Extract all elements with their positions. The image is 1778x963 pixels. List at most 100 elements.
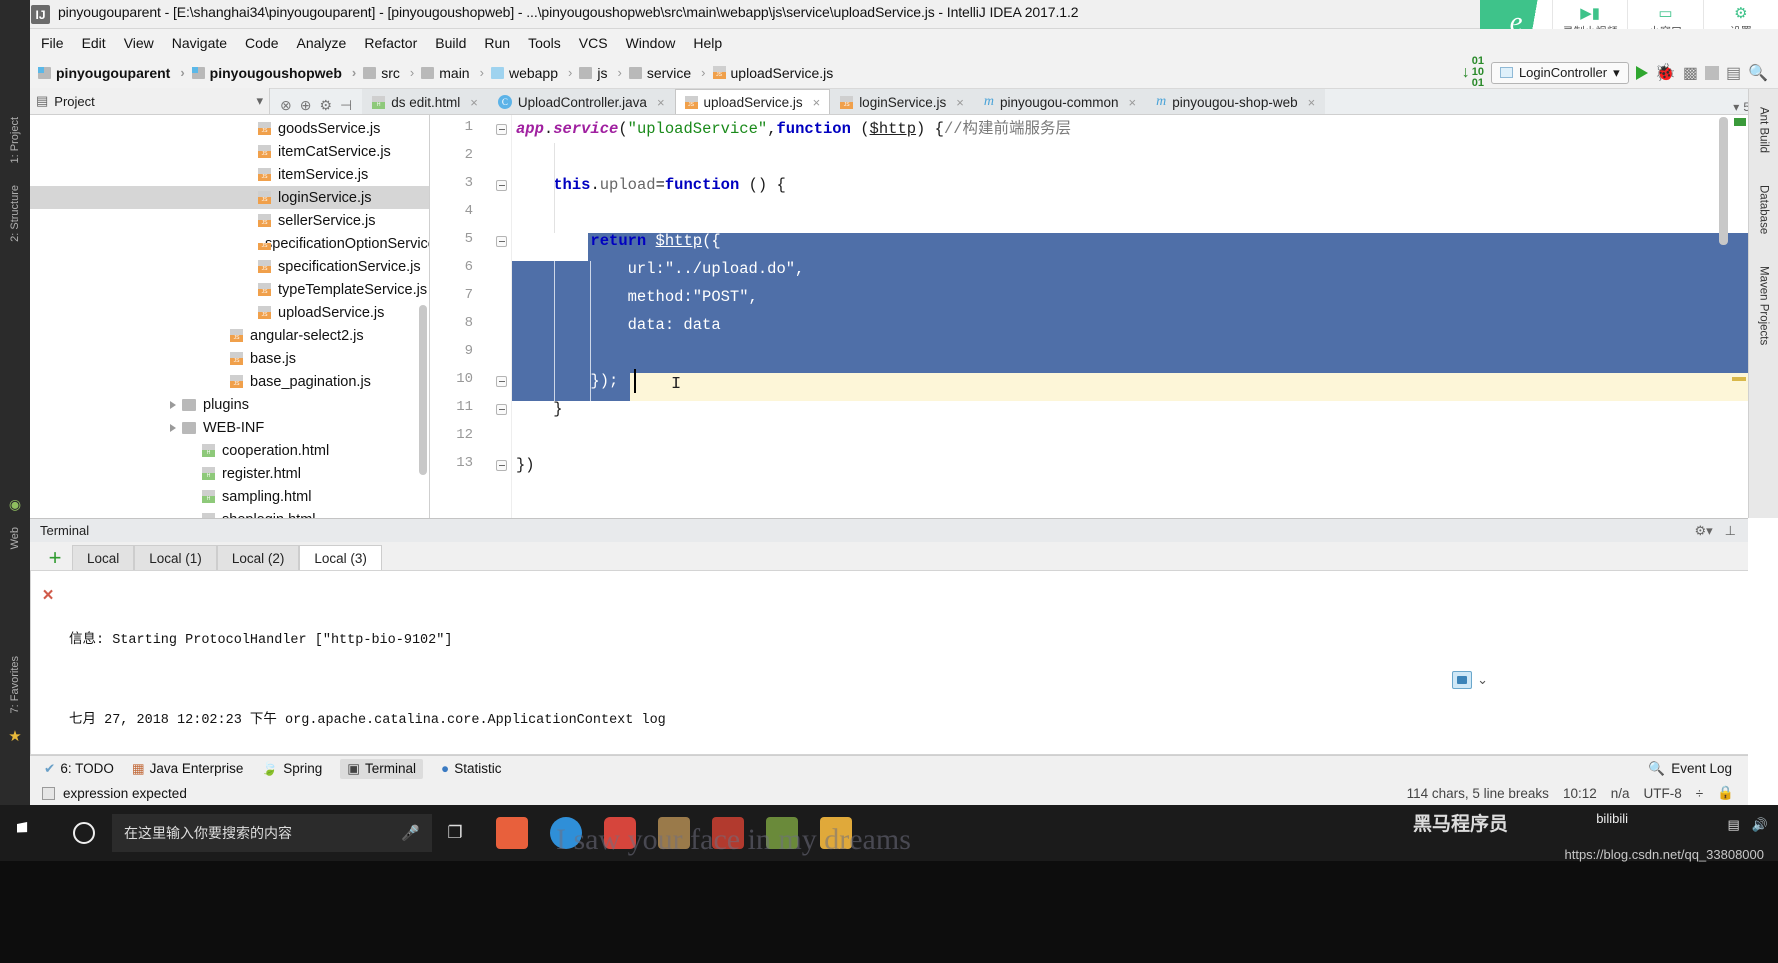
project-tree-panel[interactable]: goodsService.js itemCatService.js itemSe… [30, 115, 430, 518]
editor-scrollbar[interactable] [1719, 117, 1728, 245]
lock-icon[interactable]: 🔒 [1717, 785, 1734, 801]
editor-gutter[interactable]: 1 2 3 4 5 6 7 8 9 10 11 12 13 [430, 115, 512, 518]
tab-list-icon[interactable]: ▾ [1733, 100, 1739, 114]
project-tree-scrollbar[interactable] [419, 305, 427, 475]
menu-build[interactable]: Build [426, 32, 475, 54]
close-icon[interactable]: × [657, 95, 665, 110]
terminal-output-panel[interactable]: × 信息: Starting ProtocolHandler ["http-bi… [30, 570, 1748, 755]
tool-window-todo[interactable]: ✔ 6: TODO [44, 761, 114, 777]
tab-pinyougou-shop-web[interactable]: m pinyougou-shop-web × [1146, 89, 1326, 114]
layout-icon[interactable]: ▤ [1726, 63, 1741, 83]
breadcrumb[interactable]: pinyougouparent › pinyougoushopweb › src… [30, 65, 833, 81]
add-terminal-tab-button[interactable]: + [38, 546, 72, 570]
search-icon[interactable]: 🔍 [1748, 63, 1768, 83]
sidebar-item-database[interactable]: Database [1758, 177, 1770, 242]
terminal-tab-local-3[interactable]: Local (3) [299, 545, 382, 570]
sidebar-item-favorites[interactable]: 7: Favorites [9, 650, 21, 719]
tree-item-specificationoptionservice[interactable]: specificationOptionService.j [30, 232, 429, 255]
fold-marker-icon[interactable] [496, 124, 509, 137]
event-log-button[interactable]: 🔍 Event Log [1648, 761, 1748, 777]
menu-file[interactable]: File [32, 32, 73, 54]
breadcrumb-item-js[interactable]: js › [579, 65, 626, 81]
editor-code-area[interactable]: app.service("uploadService",function ($h… [516, 115, 1748, 518]
tree-item-uploadservice[interactable]: uploadService.js [30, 301, 429, 324]
terminal-tab-local-2[interactable]: Local (2) [216, 545, 300, 570]
breadcrumb-item-src[interactable]: src › [363, 65, 419, 81]
tab-ds-edit-html[interactable]: ds edit.html × [362, 89, 488, 114]
tab-uploadservice-js[interactable]: uploadService.js × [674, 89, 831, 114]
stop-icon[interactable] [1704, 65, 1719, 80]
chevron-right-icon[interactable] [170, 400, 176, 409]
hide-icon[interactable]: ⊣ [340, 97, 352, 114]
fold-marker-icon[interactable] [496, 236, 509, 249]
system-tray[interactable]: ▤ 🔊 [1728, 817, 1768, 833]
chevron-down-icon[interactable]: ▾ [256, 93, 263, 109]
tree-item-itemservice[interactable]: itemService.js [30, 163, 429, 186]
tree-item-cooperation-html[interactable]: cooperation.html [30, 439, 429, 462]
tree-item-register-html[interactable]: register.html [30, 462, 429, 485]
fold-marker-icon[interactable] [496, 404, 509, 417]
menu-vcs[interactable]: VCS [570, 32, 617, 54]
menu-tools[interactable]: Tools [519, 32, 570, 54]
tree-item-base-js[interactable]: base.js [30, 347, 429, 370]
menu-analyze[interactable]: Analyze [288, 32, 356, 54]
sidebar-item-structure[interactable]: 2: Structure [9, 179, 21, 248]
tree-item-itemcatservice[interactable]: itemCatService.js [30, 140, 429, 163]
terminal-float-widget[interactable]: ⌄ [1452, 671, 1488, 689]
breadcrumb-item-service[interactable]: service › [628, 65, 711, 81]
tool-window-terminal[interactable]: ▣ Terminal [340, 758, 424, 779]
sidebar-item-maven-projects[interactable]: Maven Projects [1758, 258, 1770, 353]
sidebar-item-web[interactable]: Web [9, 521, 21, 555]
fold-marker-icon[interactable] [496, 376, 509, 389]
tree-item-sampling-html[interactable]: sampling.html [30, 485, 429, 508]
breadcrumb-item-main[interactable]: main › [421, 65, 489, 81]
close-icon[interactable]: × [1308, 95, 1316, 110]
tray-network-icon[interactable]: ▤ [1728, 817, 1740, 833]
sidebar-item-ant-build[interactable]: Ant Build [1758, 99, 1770, 161]
close-icon[interactable]: × [1129, 95, 1137, 110]
caret-position[interactable]: 10:12 [1563, 786, 1597, 801]
breadcrumb-item-project[interactable]: pinyougouparent › [38, 65, 190, 81]
tree-item-shoplogin-html[interactable]: shoplogin.html [30, 508, 429, 518]
compile-icon[interactable]: ↓ 01 10 01 [1462, 56, 1484, 89]
hide-icon[interactable]: ⊥ [1725, 523, 1736, 539]
tree-item-angular-select2[interactable]: angular-select2.js [30, 324, 429, 347]
breadcrumb-item-file[interactable]: uploadService.js [712, 65, 833, 81]
debug-icon[interactable]: 🐞 [1655, 63, 1676, 83]
terminal-widget-icon[interactable] [1452, 671, 1473, 689]
tree-item-web-inf[interactable]: WEB-INF [30, 416, 429, 439]
coverage-icon[interactable]: ▩ [1683, 63, 1698, 83]
breadcrumb-item-module[interactable]: pinyougoushopweb › [191, 65, 362, 81]
menu-edit[interactable]: Edit [73, 32, 115, 54]
tree-item-specificationservice[interactable]: specificationService.js [30, 255, 429, 278]
tab-pinyougou-common[interactable]: m pinyougou-common × [973, 89, 1147, 114]
fold-marker-icon[interactable] [496, 460, 509, 473]
tray-volume-icon[interactable]: 🔊 [1752, 817, 1768, 833]
menu-run[interactable]: Run [475, 32, 519, 54]
tree-item-goodsservice[interactable]: goodsService.js [30, 117, 429, 140]
tool-window-java-enterprise[interactable]: ▦ Java Enterprise [132, 761, 244, 777]
close-icon[interactable]: × [470, 95, 478, 110]
fold-marker-icon[interactable] [496, 180, 509, 193]
menu-view[interactable]: View [115, 32, 163, 54]
taskbar-search-input[interactable]: 在这里输入你要搜索的内容 🎤 [112, 814, 432, 852]
tree-item-base-pagination[interactable]: base_pagination.js [30, 370, 429, 393]
sidebar-item-project[interactable]: 1: Project [9, 111, 21, 169]
terminal-tab-local-1[interactable]: Local (1) [134, 545, 217, 570]
breadcrumb-item-webapp[interactable]: webapp › [490, 65, 577, 81]
gear-icon[interactable]: ⚙▾ [1694, 523, 1712, 539]
menu-help[interactable]: Help [684, 32, 731, 54]
gear-icon[interactable]: ⚙ [319, 97, 332, 114]
run-icon[interactable] [1635, 65, 1648, 80]
tool-window-statistic[interactable]: ● Statistic [441, 761, 501, 776]
terminal-tab-local[interactable]: Local [72, 545, 135, 570]
status-toggle-icon[interactable] [42, 786, 55, 800]
code-editor[interactable]: 1 2 3 4 5 6 7 8 9 10 11 12 13 app.servic… [430, 115, 1748, 518]
tree-item-plugins[interactable]: plugins [30, 393, 429, 416]
scroll-from-source-icon[interactable]: ⊕ [300, 97, 312, 114]
menu-refactor[interactable]: Refactor [355, 32, 426, 54]
tool-window-spring[interactable]: 🍃 Spring [261, 761, 322, 777]
tree-item-sellerservice[interactable]: sellerService.js [30, 209, 429, 232]
close-terminal-icon[interactable]: × [31, 585, 65, 607]
tree-item-loginservice[interactable]: loginService.js [30, 186, 429, 209]
